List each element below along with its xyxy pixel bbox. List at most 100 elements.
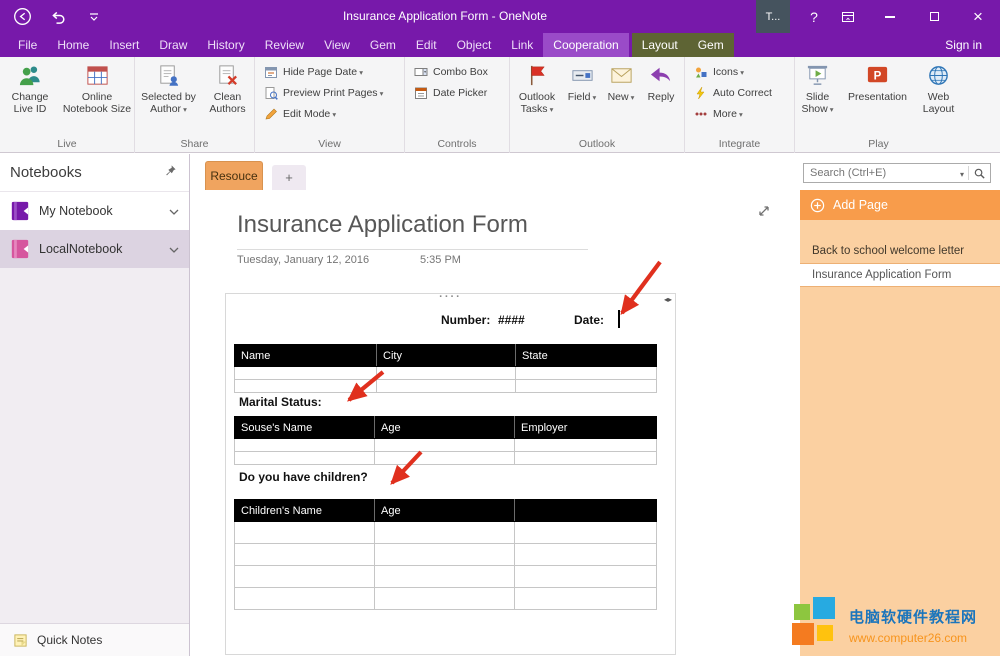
table-cell[interactable] [375,452,515,465]
reply-button[interactable]: Reply [642,61,680,103]
tab-file[interactable]: File [8,33,47,57]
sign-in-button[interactable]: Sign in [935,33,992,57]
table-cell[interactable] [235,367,377,380]
expand-page-icon[interactable] [756,203,772,219]
more-button[interactable]: More [694,106,743,121]
search-input[interactable] [804,167,960,179]
notebook-item-local-notebook[interactable]: LocalNotebook [0,230,189,268]
icons-button[interactable]: Icons [694,64,744,79]
quick-notes-button[interactable]: Quick Notes [0,623,189,656]
table-cell[interactable] [515,566,657,588]
tab-gem-contextual[interactable]: Gem [688,33,734,57]
table-cell[interactable] [515,439,657,452]
qat-customize-icon[interactable] [84,7,104,27]
combo-box-button[interactable]: Combo Box [414,64,488,79]
header-cell[interactable]: State [516,345,657,367]
change-live-id-button[interactable]: Change Live ID [1,61,59,116]
table-cell[interactable] [515,452,657,465]
children-question-label[interactable]: Do you have children? [239,470,368,484]
outlook-tasks-button[interactable]: Outlook Tasks [514,61,560,116]
new-mail-button[interactable]: New [604,61,638,103]
table-cell[interactable] [375,522,515,544]
section-tab-resouce[interactable]: Resouce [205,161,263,190]
contextual-group-indicator[interactable]: T... [756,0,790,33]
add-section-tab[interactable]: + [272,165,306,190]
slide-show-button[interactable]: Slide Show [796,61,840,116]
tab-edit[interactable]: Edit [406,33,447,57]
table-cell[interactable] [516,367,657,380]
container-drag-handle[interactable] [439,291,462,303]
tab-history[interactable]: History [197,33,254,57]
note-container[interactable]: Number: #### Date: Name City State Marit… [225,293,676,655]
table-cell[interactable] [235,452,375,465]
tab-gem[interactable]: Gem [360,33,406,57]
header-cell[interactable]: Name [235,345,377,367]
page-list-item-selected[interactable]: Insurance Application Form [800,263,1000,287]
number-value[interactable]: #### [498,313,525,327]
search-scope-caret-icon[interactable] [960,164,964,182]
tab-cooperation[interactable]: Cooperation [543,33,628,57]
table-cell[interactable] [375,439,515,452]
tab-link[interactable]: Link [501,33,543,57]
minimize-button[interactable] [868,0,912,33]
chevron-down-icon[interactable] [169,242,179,256]
date-label[interactable]: Date: [574,313,604,327]
table-cell[interactable] [235,439,375,452]
selected-by-author-button[interactable]: Selected by Author [137,61,201,116]
tab-review[interactable]: Review [255,33,314,57]
marital-status-label[interactable]: Marital Status: [239,395,322,409]
tab-view[interactable]: View [314,33,360,57]
number-label[interactable]: Number: [441,313,490,327]
date-picker-button[interactable]: Date Picker [414,85,487,100]
tab-object[interactable]: Object [447,33,502,57]
page-list-item[interactable]: Back to school welcome letter [800,240,1000,262]
table-cell[interactable] [515,522,657,544]
chevron-down-icon[interactable] [169,204,179,218]
field-button[interactable]: Field [564,61,600,103]
hide-page-date-button[interactable]: Hide Page Date [264,64,363,79]
back-icon[interactable] [12,7,32,27]
table-cell[interactable] [235,588,375,610]
table-cell[interactable] [377,367,516,380]
header-cell[interactable]: City [377,345,516,367]
undo-icon[interactable] [48,7,68,27]
header-cell[interactable]: Age [375,500,515,522]
pin-icon[interactable] [164,164,177,181]
table-cell[interactable] [235,566,375,588]
table-cell[interactable] [515,588,657,610]
search-icon[interactable] [973,167,986,180]
table-cell[interactable] [377,380,516,393]
header-cell[interactable]: Children's Name [235,500,375,522]
clean-authors-button[interactable]: Clean Authors [203,61,253,116]
maximize-button[interactable] [912,0,956,33]
tab-home[interactable]: Home [47,33,99,57]
table-cell[interactable] [516,380,657,393]
web-layout-button[interactable]: Web Layout [916,61,962,116]
help-icon[interactable]: ? [806,9,822,25]
header-cell[interactable]: Souse's Name [235,417,375,439]
preview-print-pages-button[interactable]: Preview Print Pages [264,85,383,100]
header-cell[interactable]: Employer [515,417,657,439]
table-cell[interactable] [375,588,515,610]
container-resize-arrows-icon[interactable] [664,295,672,304]
page-title[interactable]: Insurance Application Form [237,211,528,239]
close-button[interactable] [956,0,1000,33]
table-cell[interactable] [515,544,657,566]
tab-layout-contextual[interactable]: Layout [632,33,688,57]
auto-correct-button[interactable]: Auto Correct [694,85,772,100]
add-page-button[interactable]: Add Page [800,190,1000,220]
notebook-item-my-notebook[interactable]: My Notebook [0,192,189,230]
table-cell[interactable] [235,380,377,393]
header-cell[interactable]: Age [375,417,515,439]
presentation-button[interactable]: P Presentation [844,61,912,103]
table-cell[interactable] [375,544,515,566]
edit-mode-button[interactable]: Edit Mode [264,106,336,121]
table-cell[interactable] [375,566,515,588]
table-cell[interactable] [235,544,375,566]
tab-insert[interactable]: Insert [99,33,149,57]
tab-draw[interactable]: Draw [149,33,197,57]
ribbon-display-options-icon[interactable] [838,7,858,27]
online-notebook-size-button[interactable]: Online Notebook Size [61,61,133,116]
page-canvas[interactable]: Insurance Application Form Tuesday, Janu… [190,190,800,656]
table-cell[interactable] [235,522,375,544]
